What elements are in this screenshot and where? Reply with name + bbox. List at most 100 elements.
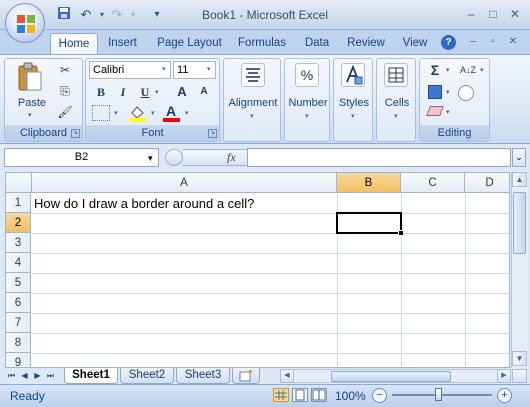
scroll-right-icon[interactable]: ▶ (497, 369, 511, 383)
horizontal-scrollbar[interactable]: ◀ ▶ (280, 369, 511, 383)
horizontal-scroll-thumb[interactable] (331, 371, 451, 382)
font-color-dropdown-icon[interactable]: ▾ (185, 109, 189, 117)
vertical-scrollbar[interactable]: ▲ ▼ (511, 172, 528, 368)
column-header-d[interactable]: D (465, 173, 509, 193)
shrink-font-button[interactable]: A (195, 83, 213, 101)
grow-font-button[interactable]: A (173, 83, 191, 101)
borders-dropdown-icon[interactable]: ▾ (114, 109, 118, 117)
font-name-dropdown-icon[interactable]: ▾ (162, 65, 166, 73)
first-sheet-icon[interactable]: ⏮ (6, 370, 17, 382)
formula-input[interactable] (247, 148, 511, 167)
row-header-6[interactable]: 6 (6, 293, 31, 313)
row-header-9[interactable]: 9 (6, 353, 31, 367)
normal-view-icon[interactable] (273, 388, 289, 402)
scroll-down-icon[interactable]: ▼ (512, 351, 527, 366)
scroll-left-icon[interactable]: ◀ (280, 369, 294, 383)
tab-view[interactable]: View (397, 33, 433, 54)
copy-icon[interactable]: ⎘ (56, 82, 74, 100)
fill-handle[interactable] (398, 230, 404, 236)
scroll-up-icon[interactable]: ▲ (512, 172, 527, 187)
ribbon-restore-button[interactable]: ▫ (482, 34, 504, 50)
font-color-button[interactable]: A (163, 103, 181, 122)
autosum-dropdown-icon[interactable]: ▾ (446, 66, 450, 74)
font-name-field[interactable]: Calibri (89, 61, 171, 79)
paste-dropdown-icon[interactable]: ▾ (28, 111, 32, 119)
row-header-4[interactable]: 4 (6, 253, 31, 273)
row-header-3[interactable]: 3 (6, 233, 31, 253)
insert-sheet-icon[interactable] (232, 368, 260, 384)
format-painter-icon[interactable]: 🖌 (56, 103, 74, 121)
zoom-slider-thumb[interactable] (435, 388, 442, 401)
sort-filter-icon[interactable]: A↓Z (456, 61, 480, 79)
sort-filter-dropdown-icon[interactable]: ▾ (480, 66, 484, 74)
alignment-group[interactable]: Alignment ▾ (223, 58, 281, 142)
active-cell-b2[interactable] (336, 212, 402, 234)
office-button[interactable] (5, 3, 45, 43)
row-header-8[interactable]: 8 (6, 333, 31, 353)
paste-button[interactable]: Paste ▾ (12, 62, 48, 122)
column-header-b[interactable]: B (337, 173, 401, 193)
row-header-7[interactable]: 7 (6, 313, 31, 333)
tab-data[interactable]: Data (299, 33, 335, 54)
cut-icon[interactable]: ✂ (56, 61, 74, 79)
styles-group[interactable]: Styles ▾ (333, 58, 373, 142)
worksheet-grid[interactable]: A B C D 1 2 3 4 5 6 7 8 9 How do I draw … (5, 172, 510, 368)
zoom-slider-track[interactable] (392, 394, 492, 396)
customize-qat-icon[interactable]: ▾ (148, 6, 166, 24)
insert-function-button[interactable]: fx (227, 150, 236, 165)
fill-color-icon[interactable] (128, 104, 148, 122)
formula-bar-resize-handle[interactable] (165, 149, 183, 166)
tab-home[interactable]: Home (50, 33, 98, 54)
number-group[interactable]: % Number ▾ (284, 58, 330, 142)
clipboard-launcher-icon[interactable]: ↘ (71, 129, 80, 138)
redo-dropdown-icon[interactable]: ▾ (124, 6, 142, 24)
column-header-a[interactable]: A (32, 173, 337, 193)
fill-icon[interactable] (428, 85, 442, 99)
underline-dropdown-icon[interactable]: ▾ (155, 88, 159, 96)
column-header-c[interactable]: C (401, 173, 465, 193)
clear-dropdown-icon[interactable]: ▾ (446, 108, 450, 116)
vertical-scroll-thumb[interactable] (513, 192, 526, 254)
bold-button[interactable]: B (92, 83, 110, 101)
select-all-corner[interactable] (6, 173, 32, 193)
help-icon[interactable]: ? (441, 35, 456, 50)
cells-group[interactable]: Cells ▾ (376, 58, 416, 142)
cell-a1[interactable]: How do I draw a border around a cell? (34, 194, 254, 213)
font-size-dropdown-icon[interactable]: ▾ (207, 65, 211, 73)
borders-icon[interactable] (92, 105, 110, 121)
minimize-button[interactable]: – (460, 6, 482, 22)
page-layout-view-icon[interactable] (292, 388, 308, 402)
zoom-level[interactable]: 100% (335, 389, 366, 403)
next-sheet-icon[interactable]: ▶ (32, 370, 43, 382)
last-sheet-icon[interactable]: ⏭ (45, 370, 56, 382)
ribbon-minimize-button[interactable]: – (462, 34, 484, 50)
sheet-tab-2[interactable]: Sheet2 (120, 368, 174, 384)
font-launcher-icon[interactable]: ↘ (208, 129, 217, 138)
fill-color-dropdown-icon[interactable]: ▾ (151, 109, 155, 117)
name-box[interactable]: B2 (4, 148, 159, 167)
find-select-icon[interactable] (458, 85, 474, 101)
row-header-2[interactable]: 2 (6, 213, 31, 233)
page-break-view-icon[interactable] (311, 388, 327, 402)
ribbon-close-button[interactable]: ✕ (502, 34, 524, 50)
tab-review[interactable]: Review (342, 33, 390, 54)
expand-formula-bar-icon[interactable]: ⌄ (512, 148, 526, 167)
zoom-out-button[interactable]: − (372, 388, 387, 403)
row-header-1[interactable]: 1 (6, 193, 31, 213)
tab-formulas[interactable]: Formulas (232, 33, 292, 54)
tab-insert[interactable]: Insert (100, 33, 145, 54)
fill-dropdown-icon[interactable]: ▾ (446, 88, 450, 96)
save-icon[interactable] (55, 6, 73, 24)
row-header-5[interactable]: 5 (6, 273, 31, 293)
autosum-icon[interactable]: Σ (426, 61, 444, 79)
prev-sheet-icon[interactable]: ◀ (19, 370, 30, 382)
name-box-dropdown-icon[interactable]: ▾ (148, 153, 153, 164)
zoom-in-button[interactable]: + (497, 388, 512, 403)
maximize-button[interactable]: □ (482, 6, 504, 22)
sheet-tab-1[interactable]: Sheet1 (64, 368, 118, 384)
tab-page-layout[interactable]: Page Layout (152, 33, 227, 54)
underline-button[interactable]: U (136, 83, 154, 101)
close-button[interactable]: ✕ (504, 6, 526, 22)
italic-button[interactable]: I (114, 83, 132, 101)
sheet-tab-3[interactable]: Sheet3 (176, 368, 230, 384)
